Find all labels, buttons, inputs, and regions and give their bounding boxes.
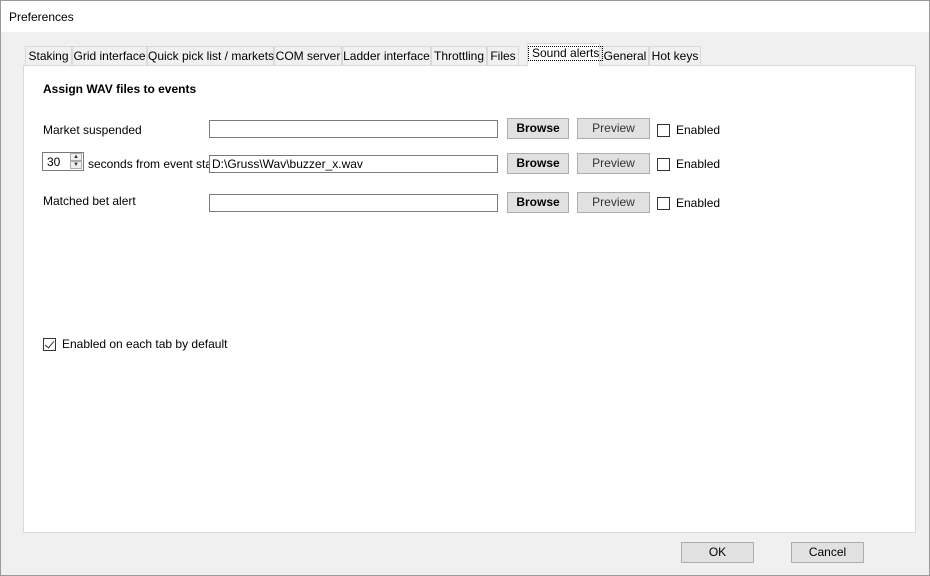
enabled-by-default-checkbox[interactable] <box>43 338 56 351</box>
market-suspended-enabled-checkbox[interactable] <box>657 124 670 137</box>
market-suspended-label: Market suspended <box>43 123 142 137</box>
tab-grid-interface[interactable]: Grid interface <box>72 46 147 65</box>
matched-bet-browse-button[interactable]: Browse <box>507 192 569 213</box>
sound-alerts-panel: Assign WAV files to events Market suspen… <box>23 65 916 533</box>
seconds-spinner[interactable]: 30 ▲ ▼ <box>42 152 84 171</box>
matched-bet-enabled-checkbox[interactable] <box>657 197 670 210</box>
market-suspended-preview-button[interactable]: Preview <box>577 118 650 139</box>
title-bar: Preferences <box>1 1 929 32</box>
event-start-enabled-checkbox[interactable] <box>657 158 670 171</box>
cancel-button[interactable]: Cancel <box>791 542 864 563</box>
tab-com-server[interactable]: COM server <box>274 46 342 65</box>
enabled-by-default-label: Enabled on each tab by default <box>62 337 228 351</box>
event-start-preview-button[interactable]: Preview <box>577 153 650 174</box>
tab-staking[interactable]: Staking <box>25 46 72 65</box>
seconds-from-event-start-label: seconds from event start <box>88 157 220 171</box>
matched-bet-preview-button[interactable]: Preview <box>577 192 650 213</box>
event-start-path-input[interactable] <box>209 155 498 173</box>
tab-files[interactable]: Files <box>487 46 519 65</box>
section-heading: Assign WAV files to events <box>43 82 197 96</box>
matched-bet-enabled-label: Enabled <box>676 196 721 210</box>
seconds-value: 30 <box>47 155 61 169</box>
preferences-window: Preferences Staking Grid interface Quick… <box>0 0 930 576</box>
tab-quick-pick-list[interactable]: Quick pick list / markets <box>147 46 274 65</box>
event-start-enabled-label: Enabled <box>676 157 721 171</box>
tab-sound-alerts[interactable]: Sound alerts <box>527 43 604 66</box>
tab-hot-keys[interactable]: Hot keys <box>649 46 701 65</box>
spinner-down-icon[interactable]: ▼ <box>70 161 82 169</box>
matched-bet-path-input[interactable] <box>209 194 498 212</box>
market-suspended-browse-button[interactable]: Browse <box>507 118 569 139</box>
tab-general[interactable]: General <box>601 46 649 65</box>
window-title: Preferences <box>9 10 74 24</box>
event-start-browse-button[interactable]: Browse <box>507 153 569 174</box>
ok-button[interactable]: OK <box>681 542 754 563</box>
market-suspended-enabled-label: Enabled <box>676 123 721 137</box>
spinner-up-icon[interactable]: ▲ <box>70 153 82 161</box>
matched-bet-alert-label: Matched bet alert <box>43 194 136 208</box>
market-suspended-path-input[interactable] <box>209 120 498 138</box>
tab-throttling[interactable]: Throttling <box>431 46 487 65</box>
tab-ladder-interface[interactable]: Ladder interface <box>342 46 431 65</box>
